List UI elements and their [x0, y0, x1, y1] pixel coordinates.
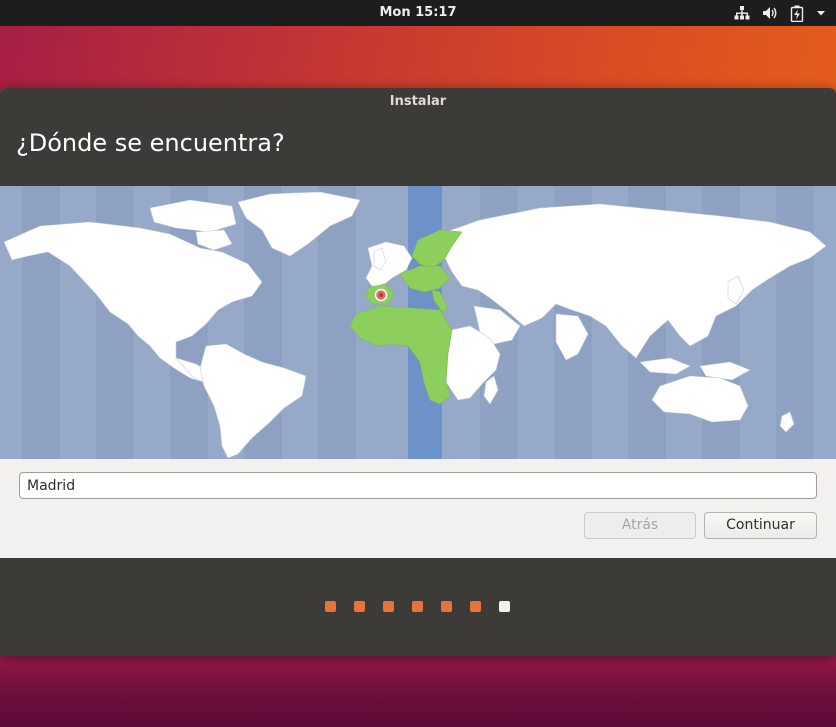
speaker-volume-icon [762, 5, 778, 21]
progress-step-7 [499, 601, 510, 612]
page-header: ¿Dónde se encuentra? [0, 115, 836, 186]
battery-charging-icon [790, 5, 804, 22]
timezone-map[interactable] [0, 186, 836, 459]
progress-footer [0, 558, 836, 656]
system-menu-arrow-icon [816, 5, 826, 21]
clock[interactable]: Mon 15:17 [0, 0, 836, 26]
progress-step-1 [325, 601, 336, 612]
back-button[interactable]: Atrás [584, 512, 696, 539]
system-tray[interactable] [734, 0, 826, 26]
top-panel: Mon 15:17 [0, 0, 836, 26]
window-title: Instalar [0, 88, 836, 115]
world-map[interactable] [0, 186, 836, 459]
progress-indicator [325, 601, 510, 612]
installer-window: Instalar ¿Dónde se encuentra? Madrid Atr… [0, 88, 836, 656]
network-wired-icon [734, 5, 750, 21]
progress-step-2 [354, 601, 365, 612]
continue-button[interactable]: Continuar [704, 512, 817, 539]
progress-step-5 [441, 601, 452, 612]
desktop-wallpaper-top [0, 26, 836, 88]
progress-step-3 [383, 601, 394, 612]
location-input[interactable] [19, 472, 817, 499]
page-title: ¿Dónde se encuentra? [16, 129, 285, 157]
desktop-wallpaper-bottom [0, 656, 836, 727]
progress-step-6 [470, 601, 481, 612]
location-form: Atrás Continuar [0, 459, 836, 559]
city-marker-madrid[interactable] [374, 288, 388, 302]
progress-step-4 [412, 601, 423, 612]
